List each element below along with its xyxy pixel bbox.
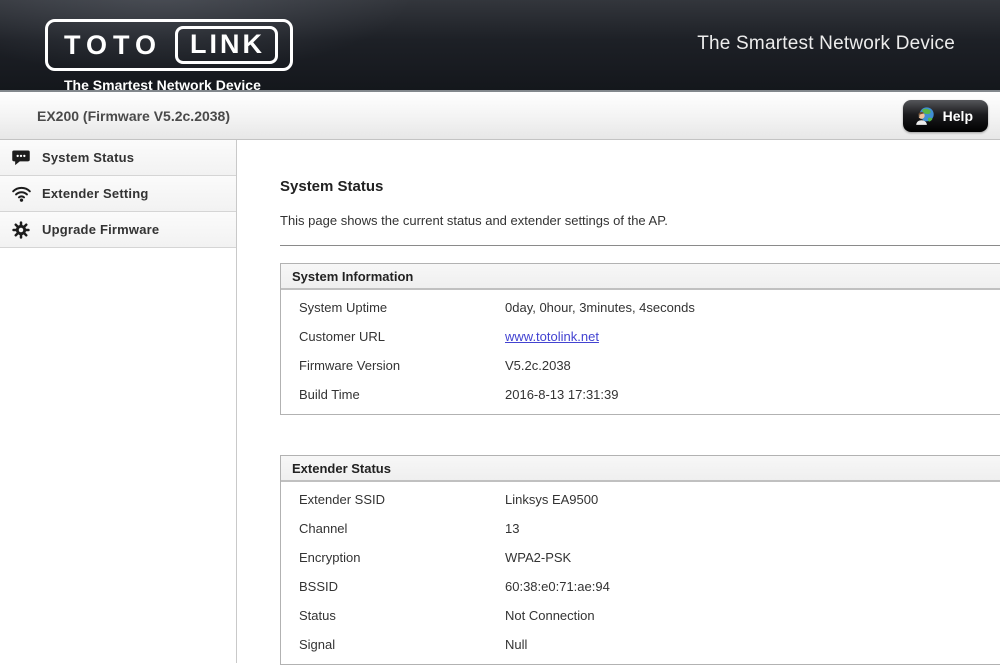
row-value: WPA2-PSK [505, 550, 571, 565]
table-row: System Uptime 0day, 0hour, 3minutes, 4se… [281, 293, 1000, 322]
row-label: System Uptime [281, 300, 505, 315]
header-tagline: The Smartest Network Device [697, 33, 955, 55]
device-firmware-title: EX200 (Firmware V5.2c.2038) [37, 92, 230, 140]
row-label: Firmware Version [281, 358, 505, 373]
table-body: Extender SSID Linksys EA9500 Channel 13 … [281, 482, 1000, 664]
top-header: TOTO LINK The Smartest Network Device Th… [0, 0, 1000, 90]
row-value: V5.2c.2038 [505, 358, 571, 373]
row-label: Customer URL [281, 329, 505, 344]
sidebar-item-label: Extender Setting [42, 186, 149, 201]
sidebar-item-label: System Status [42, 150, 134, 165]
table-row: BSSID 60:38:e0:71:ae:94 [281, 572, 1000, 601]
customer-url-link[interactable]: www.totolink.net [505, 329, 599, 344]
totolink-logo: TOTO LINK [45, 19, 293, 71]
row-value: 13 [505, 521, 519, 536]
table-row: Channel 13 [281, 514, 1000, 543]
main-content: System Status This page shows the curren… [237, 140, 1000, 663]
table-row: Signal Null [281, 630, 1000, 659]
logo-text-toto: TOTO [64, 32, 162, 59]
row-label: Status [281, 608, 505, 623]
row-value: 0day, 0hour, 3minutes, 4seconds [505, 300, 695, 315]
table-row: Extender SSID Linksys EA9500 [281, 485, 1000, 514]
row-label: BSSID [281, 579, 505, 594]
table-row: Build Time 2016-8-13 17:31:39 [281, 380, 1000, 409]
table-title: Extender Status [281, 456, 1000, 482]
row-value: Linksys EA9500 [505, 492, 598, 507]
page-title: System Status [280, 178, 1000, 195]
row-value: Null [505, 637, 527, 652]
table-title: System Information [281, 264, 1000, 290]
sidebar-item-extender-setting[interactable]: Extender Setting [0, 176, 236, 212]
sidebar-item-system-status[interactable]: System Status [0, 140, 236, 176]
wifi-icon [10, 183, 32, 205]
table-body: System Uptime 0day, 0hour, 3minutes, 4se… [281, 290, 1000, 414]
extender-status-table: Extender Status Extender SSID Linksys EA… [280, 455, 1000, 665]
table-row: Encryption WPA2-PSK [281, 543, 1000, 572]
row-label: Signal [281, 637, 505, 652]
row-value: 60:38:e0:71:ae:94 [505, 579, 610, 594]
table-row: Customer URL www.totolink.net [281, 322, 1000, 351]
logo-text-link: LINK [175, 26, 278, 64]
help-agent-icon [914, 106, 935, 127]
gear-icon [10, 219, 32, 241]
row-label: Encryption [281, 550, 505, 565]
page-description: This page shows the current status and e… [280, 213, 1000, 228]
row-value: 2016-8-13 17:31:39 [505, 387, 618, 402]
table-row: Firmware Version V5.2c.2038 [281, 351, 1000, 380]
content-layout: System Status Extender Setting [0, 140, 1000, 663]
row-label: Channel [281, 521, 505, 536]
table-row: Status Not Connection [281, 601, 1000, 630]
sidebar-nav: System Status Extender Setting [0, 140, 237, 663]
sidebar-item-label: Upgrade Firmware [42, 222, 159, 237]
row-value: Not Connection [505, 608, 595, 623]
system-information-table: System Information System Uptime 0day, 0… [280, 263, 1000, 415]
sidebar-item-upgrade-firmware[interactable]: Upgrade Firmware [0, 212, 236, 248]
help-button-label: Help [943, 108, 973, 124]
subheader-bar: EX200 (Firmware V5.2c.2038) Help [0, 90, 1000, 140]
chat-bubble-icon [10, 147, 32, 169]
row-label: Extender SSID [281, 492, 505, 507]
brand-logo: TOTO LINK The Smartest Network Device [45, 19, 293, 93]
help-button[interactable]: Help [903, 100, 988, 132]
divider [280, 245, 1000, 246]
row-label: Build Time [281, 387, 505, 402]
